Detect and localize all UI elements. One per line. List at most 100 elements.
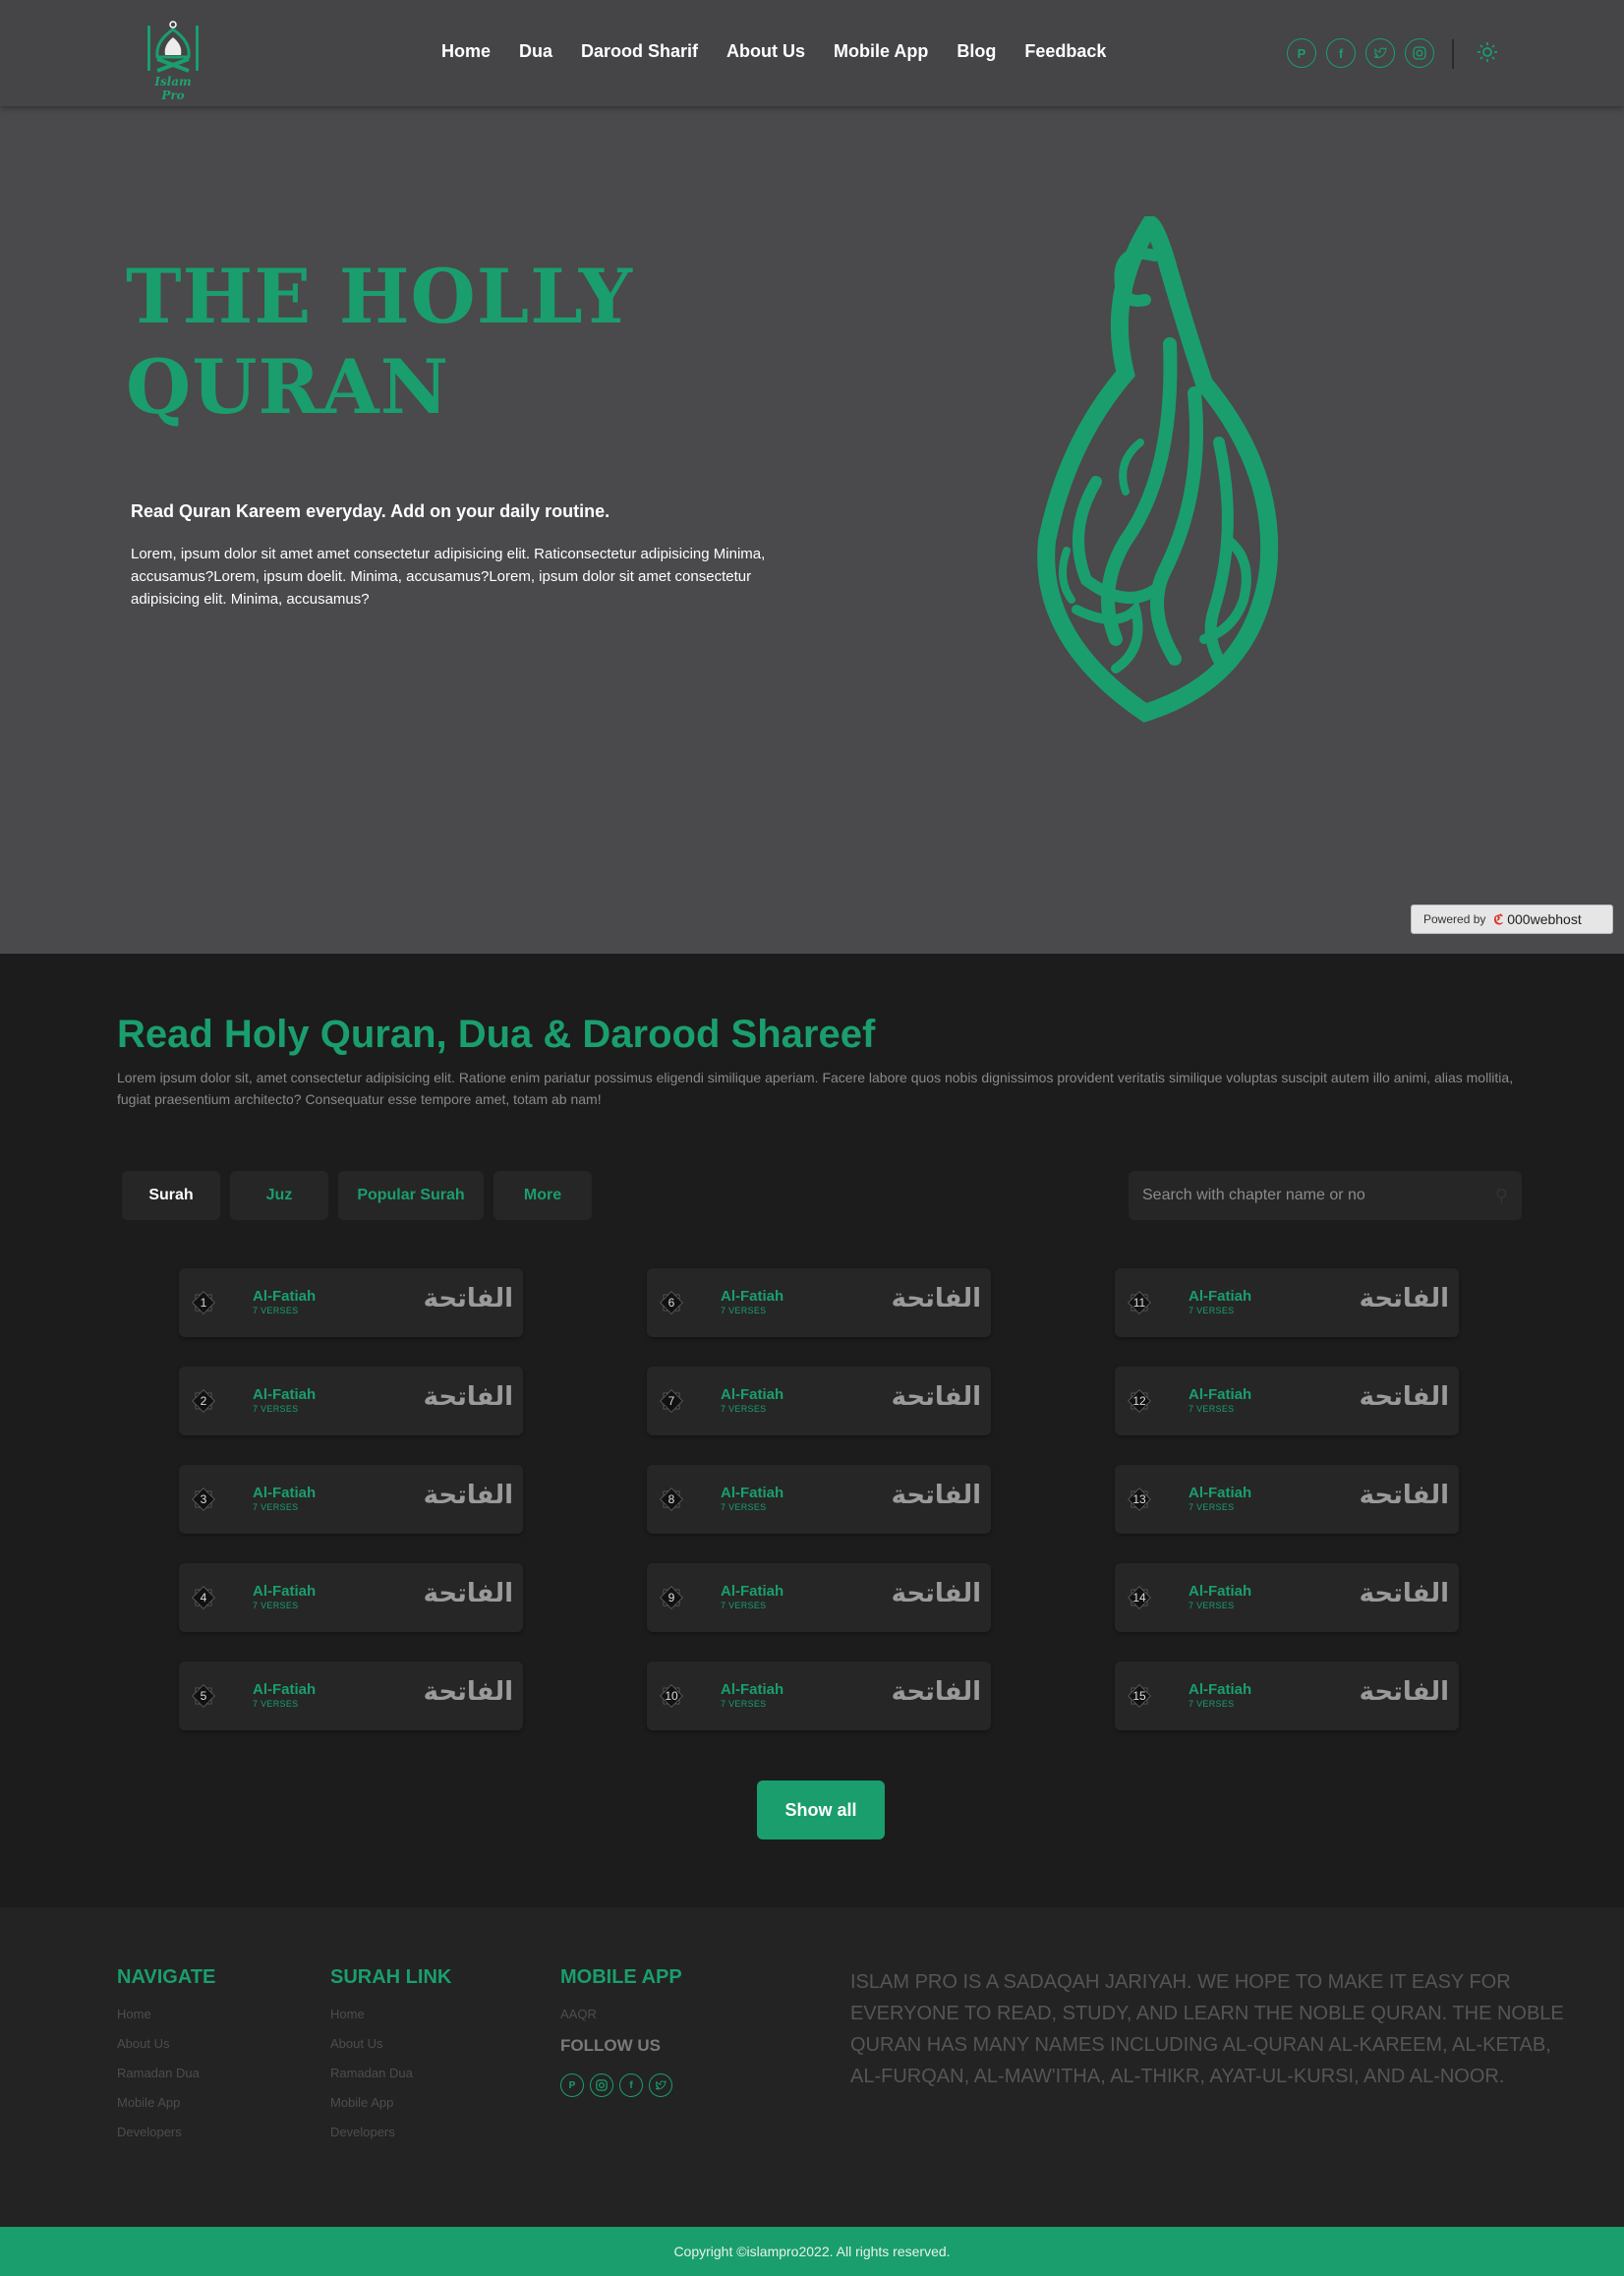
pinterest-icon[interactable]: P <box>1287 38 1316 68</box>
surah-number-badge: 10 <box>657 1681 686 1711</box>
hero-subtitle: Read Quran Kareem everyday. Add on your … <box>131 501 610 521</box>
surah-number-badge: 5 <box>189 1681 218 1711</box>
tab-juz[interactable]: Juz <box>230 1171 328 1220</box>
powered-by-badge[interactable]: Powered by ℭ 000webhost <box>1411 905 1613 934</box>
surah-verses: 7 VERSES <box>1189 1502 1235 1512</box>
tab-surah[interactable]: Surah <box>122 1171 220 1220</box>
surah-name: Al-Fatiah <box>721 1485 784 1501</box>
nav-about-us[interactable]: About Us <box>726 41 805 62</box>
footer-nav-link[interactable]: Mobile App <box>117 2095 215 2110</box>
footer-surah-title: SURAH LINK <box>330 1966 452 1988</box>
footer-about-text: Islam pro is a sadaqah jariyah. We hope … <box>850 1971 1564 2087</box>
nav-home[interactable]: Home <box>441 41 491 62</box>
surah-name: Al-Fatiah <box>253 1583 317 1600</box>
surah-card[interactable]: 1 Al-Fatiah 7 VERSES الفاتحة <box>179 1268 523 1337</box>
sun-icon[interactable] <box>1476 40 1499 64</box>
footer-nav-link[interactable]: Ramadan Dua <box>117 2066 215 2080</box>
surah-verses: 7 VERSES <box>1189 1404 1235 1414</box>
surah-card[interactable]: 14 Al-Fatiah 7 VERSES الفاتحة <box>1115 1563 1459 1632</box>
surah-number-badge: 3 <box>189 1485 218 1514</box>
read-section: Read Holy Quran, Dua & Darood Shareef Lo… <box>0 954 1624 1907</box>
surah-number: 9 <box>667 1591 675 1605</box>
surah-number: 5 <box>200 1689 207 1703</box>
footer-surah-link[interactable]: Developers <box>330 2125 451 2139</box>
surah-card[interactable]: 4 Al-Fatiah 7 VERSES الفاتحة <box>179 1563 523 1632</box>
surah-number: 11 <box>1132 1296 1146 1310</box>
surah-card[interactable]: 2 Al-Fatiah 7 VERSES الفاتحة <box>179 1367 523 1435</box>
surah-number: 10 <box>665 1689 678 1703</box>
instagram-icon[interactable] <box>1405 38 1434 68</box>
nav-mobile-app[interactable]: Mobile App <box>834 41 928 62</box>
surah-name: Al-Fatiah <box>721 1681 784 1698</box>
surah-name: Al-Fatiah <box>721 1583 784 1600</box>
twitter-icon[interactable] <box>1365 38 1395 68</box>
surah-card[interactable]: 7 Al-Fatiah 7 VERSES الفاتحة <box>647 1367 991 1435</box>
webhost-logo-icon: ℭ <box>1493 910 1504 927</box>
surah-number-badge: 4 <box>189 1583 218 1612</box>
surah-number: 8 <box>667 1492 675 1506</box>
surah-card[interactable]: 9 Al-Fatiah 7 VERSES الفاتحة <box>647 1563 991 1632</box>
footer-mobile-app: MOBILE APP AAQR FOLLOW US P f <box>560 1966 682 2097</box>
show-all-button[interactable]: Show all <box>757 1780 885 1839</box>
twitter-icon[interactable] <box>649 2073 672 2097</box>
footer-app-link[interactable]: AAQR <box>560 2007 682 2021</box>
copyright-bar: Copyright ©islampro2022. All rights rese… <box>0 2227 1624 2276</box>
search-icon[interactable]: ⚲ <box>1495 1186 1508 1206</box>
surah-number: 3 <box>200 1492 207 1506</box>
surah-card[interactable]: 5 Al-Fatiah 7 VERSES الفاتحة <box>179 1662 523 1730</box>
quran-calligraphy-icon <box>1037 216 1279 723</box>
footer-surah-links: SURAH LINK Home About Us Ramadan Dua Mob… <box>330 1966 451 2154</box>
header-socials: P f <box>1287 38 1444 68</box>
hero-title-line-1: THE HOLLY <box>126 253 634 340</box>
site-logo[interactable]: Islam Pro <box>144 20 203 102</box>
category-tabs: Surah Juz Popular Surah More <box>122 1171 602 1220</box>
footer-nav-link[interactable]: Home <box>117 2007 215 2021</box>
surah-name: Al-Fatiah <box>253 1681 317 1698</box>
footer-nav-link[interactable]: About Us <box>117 2036 215 2051</box>
footer-follow-title: FOLLOW US <box>560 2036 661 2055</box>
surah-card[interactable]: 13 Al-Fatiah 7 VERSES الفاتحة <box>1115 1465 1459 1534</box>
surah-verses: 7 VERSES <box>253 1502 299 1512</box>
surah-name: Al-Fatiah <box>1189 1681 1252 1698</box>
surah-verses: 7 VERSES <box>721 1502 767 1512</box>
surah-verses: 7 VERSES <box>1189 1306 1235 1315</box>
tab-popular-surah[interactable]: Popular Surah <box>338 1171 484 1220</box>
surah-card[interactable]: 6 Al-Fatiah 7 VERSES الفاتحة <box>647 1268 991 1337</box>
surah-name: Al-Fatiah <box>1189 1485 1252 1501</box>
surah-arabic-name: الفاتحة <box>1359 1481 1449 1510</box>
hero-body-text: Lorem, ipsum dolor sit amet amet consect… <box>131 546 766 608</box>
surah-card[interactable]: 11 Al-Fatiah 7 VERSES الفاتحة <box>1115 1268 1459 1337</box>
surah-card[interactable]: 8 Al-Fatiah 7 VERSES الفاتحة <box>647 1465 991 1534</box>
surah-number-badge: 6 <box>657 1288 686 1317</box>
surah-number: 7 <box>667 1394 675 1408</box>
footer-surah-link[interactable]: Home <box>330 2007 451 2021</box>
nav-blog[interactable]: Blog <box>957 41 996 62</box>
surah-number: 2 <box>200 1394 207 1408</box>
surah-name: Al-Fatiah <box>1189 1288 1252 1305</box>
search-input[interactable] <box>1142 1187 1495 1204</box>
surah-card[interactable]: 10 Al-Fatiah 7 VERSES الفاتحة <box>647 1662 991 1730</box>
footer-surah-link[interactable]: Mobile App <box>330 2095 451 2110</box>
surah-verses: 7 VERSES <box>253 1404 299 1414</box>
surah-number-badge: 12 <box>1125 1386 1154 1416</box>
footer-surah-link[interactable]: Ramadan Dua <box>330 2066 451 2080</box>
surah-card[interactable]: 3 Al-Fatiah 7 VERSES الفاتحة <box>179 1465 523 1534</box>
footer-nav-link[interactable]: Developers <box>117 2125 215 2139</box>
nav-darood-sharif[interactable]: Darood Sharif <box>581 41 698 62</box>
surah-card[interactable]: 15 Al-Fatiah 7 VERSES الفاتحة <box>1115 1662 1459 1730</box>
surah-verses: 7 VERSES <box>721 1601 767 1610</box>
surah-number-badge: 14 <box>1125 1583 1154 1612</box>
instagram-icon[interactable] <box>590 2073 613 2097</box>
nav-feedback[interactable]: Feedback <box>1024 41 1106 62</box>
surah-number: 12 <box>1132 1394 1146 1408</box>
surah-number: 14 <box>1132 1591 1146 1605</box>
nav-dua[interactable]: Dua <box>519 41 552 62</box>
footer-surah-link[interactable]: About Us <box>330 2036 451 2051</box>
tab-more[interactable]: More <box>493 1171 592 1220</box>
pinterest-icon[interactable]: P <box>560 2073 584 2097</box>
surah-arabic-name: الفاتحة <box>423 1677 513 1707</box>
surah-card[interactable]: 12 Al-Fatiah 7 VERSES الفاتحة <box>1115 1367 1459 1435</box>
facebook-icon[interactable]: f <box>1326 38 1356 68</box>
surah-number: 13 <box>1132 1492 1146 1506</box>
facebook-icon[interactable]: f <box>619 2073 643 2097</box>
